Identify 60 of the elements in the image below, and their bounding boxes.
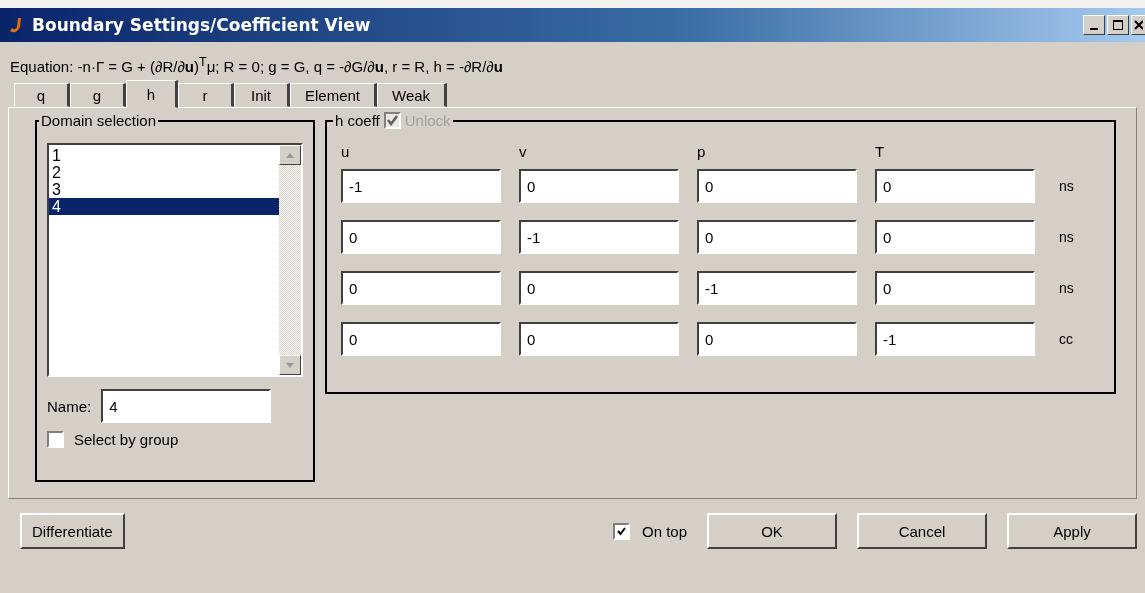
ok-button[interactable]: OK [707,513,837,549]
tab[interactable]: Element [290,83,378,107]
list-item[interactable]: 1 [49,147,279,164]
up-arrow-icon [286,152,294,158]
coefficient-field[interactable]: -1 [519,220,679,254]
minimize-icon [1090,27,1098,30]
name-field[interactable]: 4 [101,389,272,423]
coefficient-field[interactable]: 0 [341,271,501,305]
column-header: v [519,143,528,160]
checkbox[interactable] [47,431,64,448]
coefficient-field[interactable]: -1 [341,169,501,203]
minimize-button[interactable] [1083,15,1105,35]
differentiate-button[interactable]: Differentiate [20,513,125,549]
tab[interactable]: Init [234,83,290,107]
scroll-bar[interactable] [279,145,301,375]
column-header: T [875,143,886,160]
checkbox-label: Select by group [74,431,179,448]
coefficient-field[interactable]: 0 [875,169,1035,203]
list-item[interactable]: 2 [49,164,279,181]
coefficient-field[interactable]: 0 [341,220,501,254]
down-arrow-icon [286,362,294,368]
checkbox[interactable] [612,522,630,540]
coefficient-field[interactable]: -1 [875,322,1035,356]
group-title: h coeff [335,112,380,129]
close-button[interactable] [1131,15,1145,35]
tab[interactable]: h [126,80,178,108]
checkbox-label: On top [641,522,687,540]
list-item[interactable]: 4 [49,198,279,215]
check-icon [616,526,626,536]
tab[interactable]: Weak [377,83,448,107]
maximize-icon [1113,20,1123,30]
tab[interactable]: r [178,83,234,107]
check-icon [386,115,398,126]
coefficient-field[interactable]: 0 [341,322,501,356]
coefficient-field[interactable]: 0 [875,220,1035,254]
tab[interactable]: g [70,83,126,107]
close-icon [1134,20,1143,30]
coefficient-field[interactable]: 0 [875,271,1035,305]
name-label: Name: [47,397,92,415]
coefficient-field[interactable]: 0 [519,322,679,356]
tab[interactable]: q [14,83,70,107]
apply-button[interactable]: Apply [1007,513,1137,549]
coefficient-field[interactable]: 0 [697,322,857,356]
column-header: p [697,143,707,160]
list-item[interactable]: 3 [49,181,279,198]
unit-label: cc [1058,331,1074,347]
coefficient-field[interactable]: 0 [697,169,857,203]
group-title: Domain selection [40,112,158,129]
unit-label: ns [1058,178,1075,194]
cancel-button[interactable]: Cancel [857,513,987,549]
equation-text: Equation: -n·Γ = G + (∂R/∂u)$^{T}$μ; R = 0; g = G, q = -∂G/∂u, r = R, h = -∂R/∂u [9,54,504,77]
window-title: Boundary Settings/Coefficient View [32,15,371,35]
unit-label: ns [1058,280,1075,296]
coefficient-field[interactable]: 0 [519,169,679,203]
maximize-button[interactable] [1107,15,1129,35]
coefficient-field[interactable]: 0 [519,271,679,305]
coefficient-field[interactable]: -1 [697,271,857,305]
coefficient-field[interactable]: 0 [697,220,857,254]
unit-label: ns [1058,229,1075,245]
column-header: u [341,143,351,160]
